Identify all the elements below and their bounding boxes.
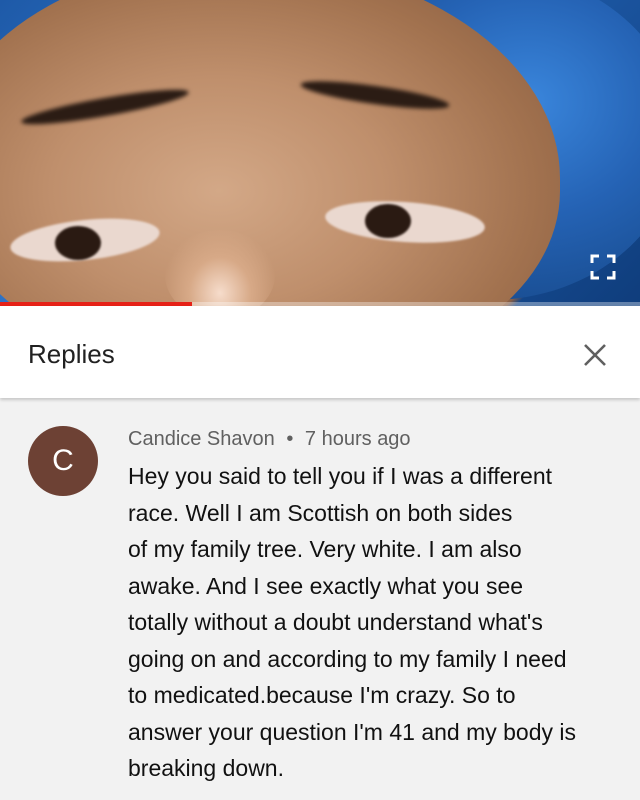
replies-header: Replies	[0, 306, 640, 398]
comment-author[interactable]: Candice Shavon	[128, 428, 275, 450]
video-frame-detail	[55, 226, 101, 260]
close-icon	[584, 344, 606, 366]
comment-text-line: of my family tree. Very white. I am also	[128, 536, 522, 562]
fullscreen-button[interactable]	[588, 252, 618, 282]
comment-meta: Candice Shavon • 7 hours ago	[128, 428, 411, 451]
comment-item: C Candice Shavon • 7 hours ago Hey you s…	[0, 398, 640, 800]
comment-text-line: awake. And I see exactly what you see	[128, 572, 524, 599]
replies-title: Replies	[28, 339, 115, 369]
comment-text: Hey you said to tell you if I was a diff…	[128, 458, 618, 787]
comment-text-line: going on and according to my family I ne…	[128, 645, 567, 672]
comment-text-line: breaking down.	[128, 755, 284, 781]
comment-timestamp: 7 hours ago	[304, 428, 411, 450]
comment-text-line: answer your question I'm 41 and my body …	[128, 718, 577, 745]
fullscreen-icon	[590, 254, 616, 280]
video-frame-detail	[365, 204, 411, 238]
comment-text-line: Hey you said to tell you if I was a diff…	[128, 463, 553, 489]
meta-separator: •	[286, 428, 294, 450]
avatar-letter: C	[52, 444, 74, 477]
comment-text-line: to medicated.because I'm crazy. So to	[128, 682, 516, 708]
close-button[interactable]	[580, 340, 610, 370]
video-player[interactable]	[0, 0, 640, 306]
avatar[interactable]: C	[28, 426, 98, 496]
comment-text-line: race. Well I am Scottish on both sides	[128, 499, 513, 526]
comment-text-line: totally without a doubt understand what'…	[128, 609, 543, 635]
